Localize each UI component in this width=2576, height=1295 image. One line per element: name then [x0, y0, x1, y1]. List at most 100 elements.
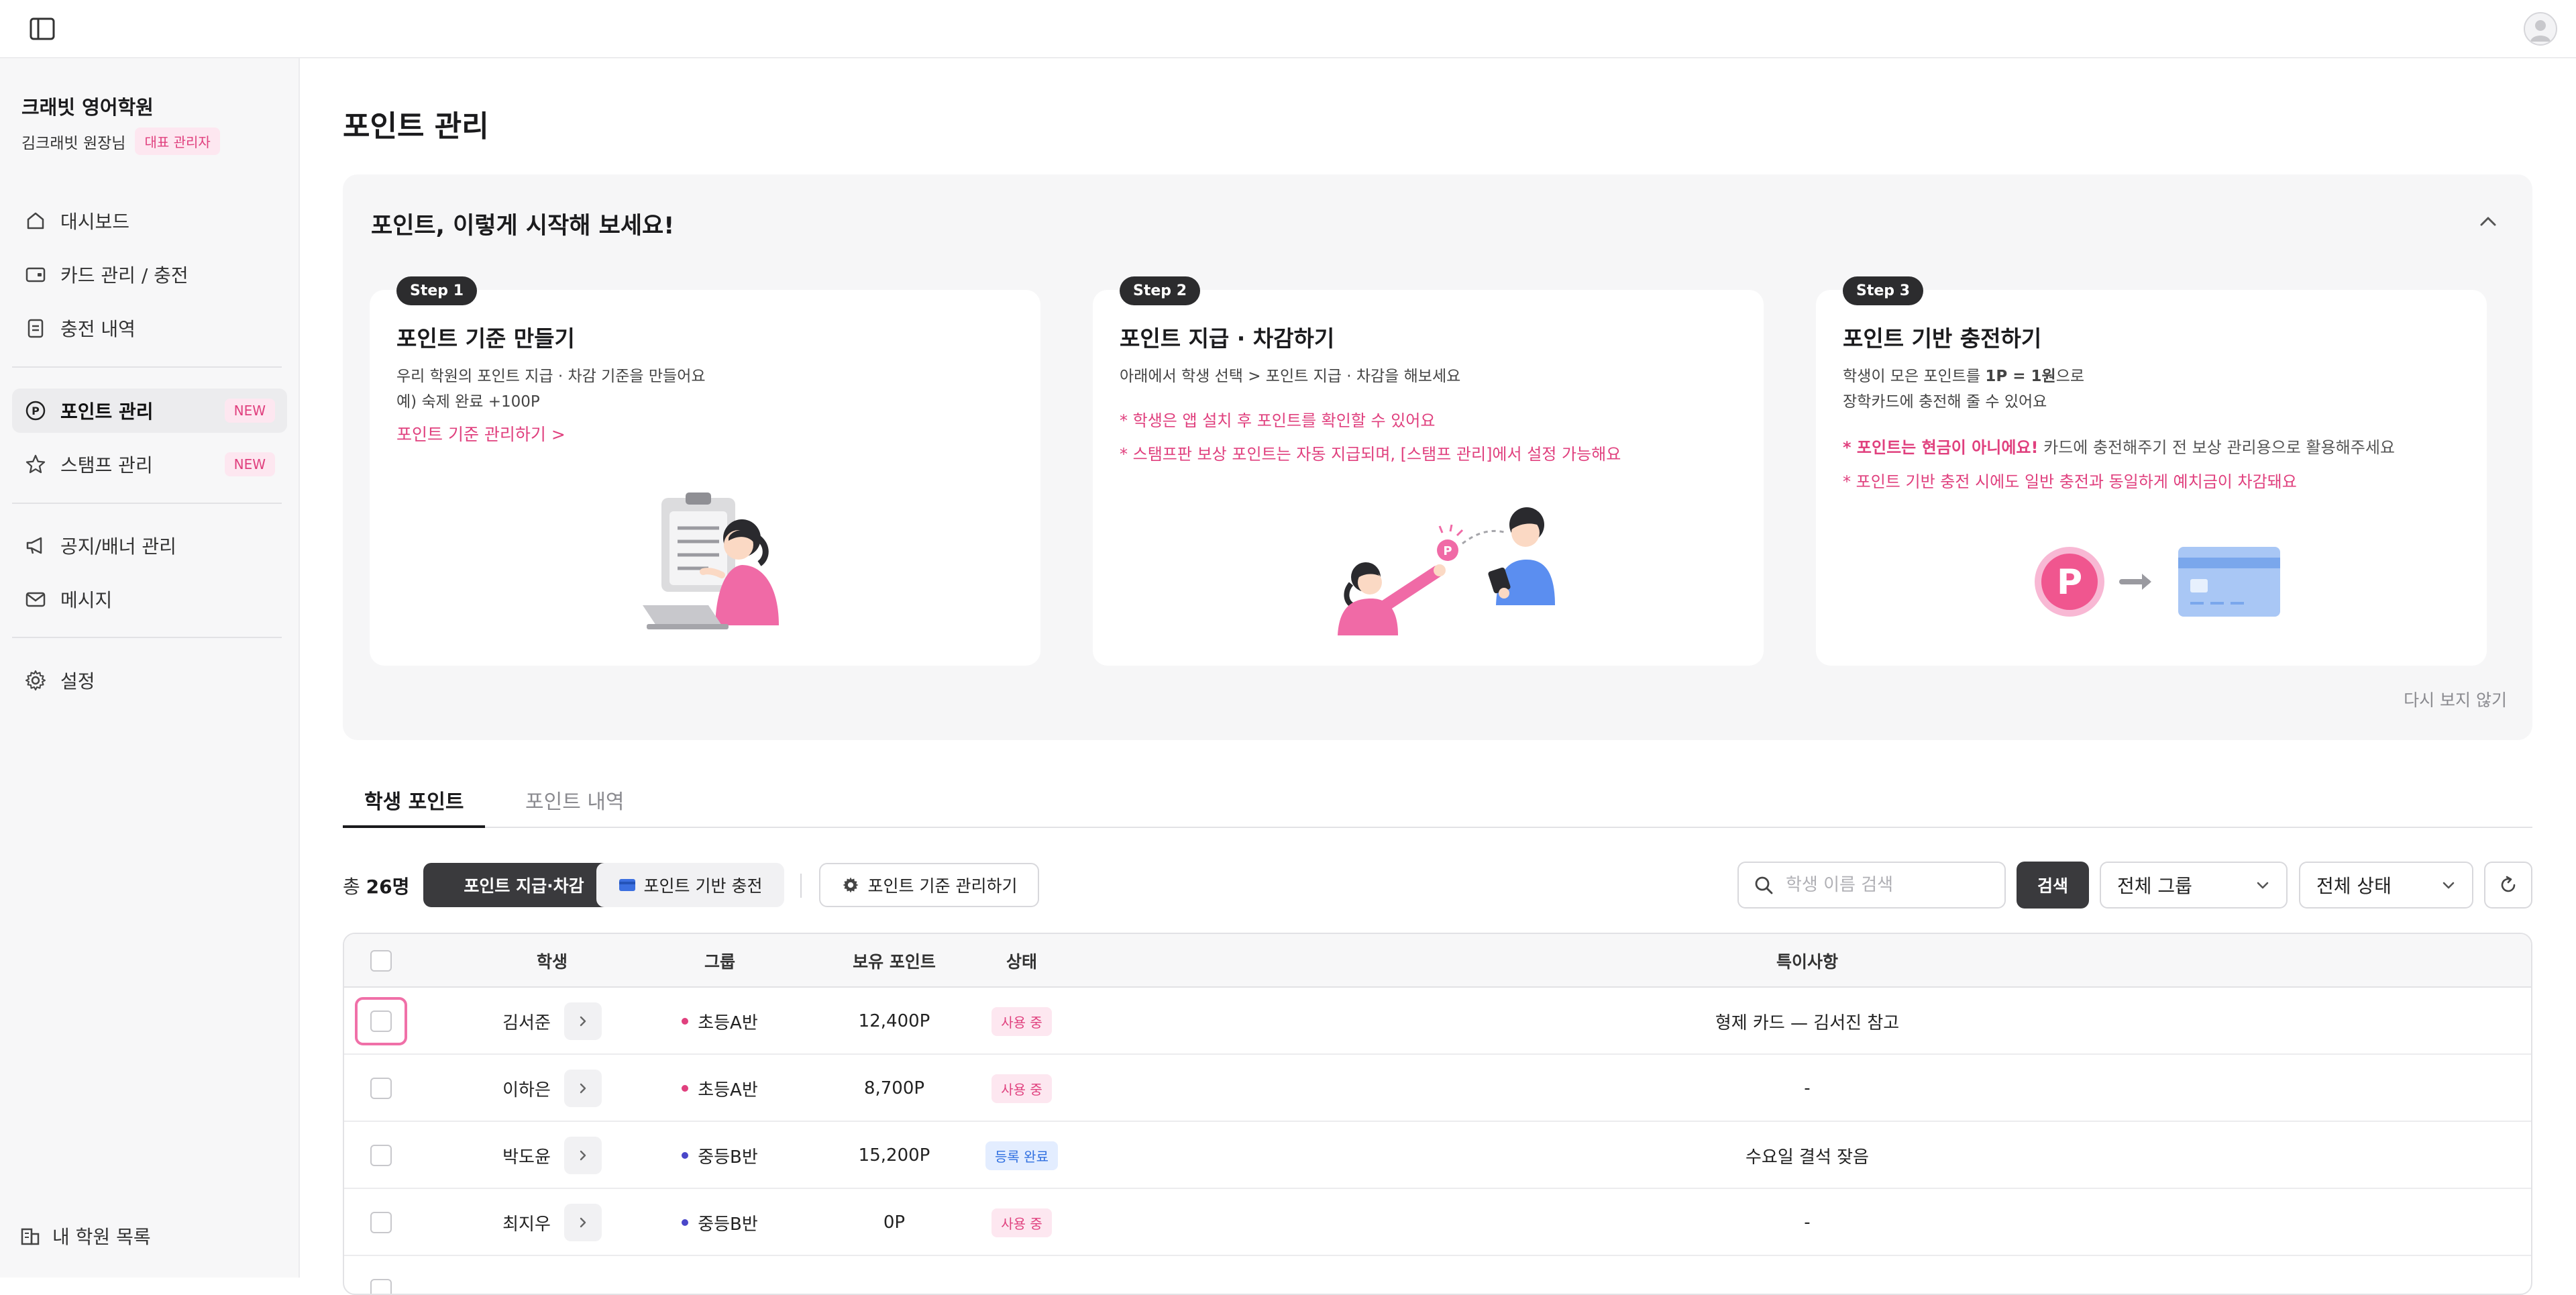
step-description: 아래에서 학생 선택 > 포인트 지급 · 차감을 해보세요: [1120, 364, 1460, 389]
student-name: 최지우: [502, 1214, 551, 1235]
step-badge: Step 1: [396, 276, 477, 305]
checkbox-cell: [344, 1189, 418, 1256]
row-checkbox[interactable]: [370, 1279, 392, 1294]
point-symbol: P: [2057, 562, 2082, 603]
step-desc-line: 아래에서 학생 선택 > 포인트 지급 · 차감을 해보세요: [1120, 368, 1461, 385]
step-3-card: Step 3 포인트 기반 충전하기 학생이 모은 포인트를 1P = 1원으로…: [1816, 276, 2487, 666]
sidebar-item-point-management[interactable]: P 포인트 관리 NEW: [12, 389, 287, 433]
table-row[interactable]: 김서준 초등A반 12,400P 사용 중 형제 카드 — 김서진 참고: [344, 988, 2531, 1055]
student-search-input[interactable]: [1784, 874, 1999, 896]
row-checkbox[interactable]: [370, 1212, 392, 1233]
point-criteria-button[interactable]: 포인트 기준 관리하기: [819, 863, 1039, 907]
student-detail-button[interactable]: [564, 1002, 602, 1040]
clipboard-girl-illustration: [643, 493, 779, 629]
card-icon: [619, 879, 635, 891]
student-detail-button[interactable]: [564, 1204, 602, 1241]
total-count: 총 26명: [343, 872, 409, 899]
search-button[interactable]: 검색: [2017, 862, 2089, 909]
chevron-right-icon: [580, 1150, 586, 1161]
point-criteria-label: 포인트 기준 관리하기: [867, 876, 1018, 896]
point-to-card-illustration: P: [2035, 547, 2280, 617]
total-prefix: 총: [343, 876, 360, 898]
chevron-down-icon: [2257, 882, 2269, 889]
chevron-right-icon: [580, 1083, 586, 1094]
row-checkbox[interactable]: [370, 1078, 392, 1099]
status-filter-select[interactable]: 전체 상태: [2299, 862, 2473, 909]
step-1-card: Step 1 포인트 기준 만들기 우리 학원의 포인트 지급 · 차감 기준을…: [370, 276, 1040, 666]
user-info: 김크래빗 원장님 대표 관리자: [21, 127, 220, 155]
dont-show-again-link[interactable]: 다시 보지 않기: [2404, 687, 2507, 711]
row-checkbox[interactable]: [370, 1011, 392, 1032]
row-checkbox-focus-ring: [355, 997, 407, 1045]
point-giving-illustration: P: [1338, 507, 1555, 635]
megaphone-icon: [26, 537, 42, 554]
my-academy-list-link[interactable]: 내 학원 목록: [19, 1223, 151, 1249]
my-academy-list-label: 내 학원 목록: [52, 1226, 151, 1248]
refresh-icon: [2501, 876, 2516, 892]
sidebar-item-charge-history[interactable]: 충전 내역: [12, 306, 287, 350]
sidebar-toggle-icon[interactable]: [28, 15, 56, 43]
sidebar-item-card-management[interactable]: 카드 관리 / 충전: [12, 252, 287, 297]
student-name: 박도윤: [502, 1147, 551, 1168]
toolbar-divider: [800, 874, 802, 898]
note-value: 수요일 결석 잦음: [1746, 1147, 1869, 1168]
sidebar: 크래빗 영어학원 김크래빗 원장님 대표 관리자 대시보드 카드 관리 / 충전…: [0, 58, 300, 1278]
group-color-dot: [682, 1018, 689, 1025]
desc-bold: 1P = 1원: [1985, 368, 2056, 385]
status-badge: 등록 완료: [985, 1141, 1058, 1170]
group-name: 중등B반: [698, 1147, 758, 1168]
sidebar-item-label: 스탬프 관리: [60, 454, 153, 476]
step-badge: Step 3: [1843, 276, 1923, 305]
sidebar-item-dashboard[interactable]: 대시보드: [12, 199, 287, 243]
reset-filter-button[interactable]: [2484, 862, 2532, 909]
point-based-charge-button[interactable]: 포인트 기반 충전: [596, 863, 784, 907]
header-select-all-cell: [344, 934, 418, 988]
step-badge: Step 2: [1120, 276, 1200, 305]
chevron-up-icon[interactable]: [2475, 208, 2502, 235]
status-cell: 사용 중: [961, 988, 1082, 1055]
chevron-right-icon: [580, 1217, 586, 1228]
status-cell: 사용 중: [961, 1189, 1082, 1256]
tab-point-history[interactable]: 포인트 내역: [504, 785, 646, 828]
table-row[interactable]: 이하은 초등A반 8,700P 사용 중 -: [344, 1055, 2531, 1122]
svg-text:P: P: [1443, 544, 1452, 558]
point-criteria-link[interactable]: 포인트 기준 관리하기 >: [396, 421, 566, 446]
note-value: 형제 카드 — 김서진 참고: [1715, 1013, 1900, 1033]
checkbox-cell: [344, 1122, 418, 1189]
sidebar-item-notice-banner[interactable]: 공지/배너 관리: [12, 523, 287, 568]
search-icon: [1755, 876, 1773, 894]
nav-divider: [12, 503, 282, 504]
guide-title: 포인트, 이렇게 시작해 보세요!: [371, 213, 675, 240]
give-deduct-points-button[interactable]: 포인트 지급·차감: [423, 863, 625, 907]
student-detail-button[interactable]: [564, 1070, 602, 1107]
guide-panel: 포인트, 이렇게 시작해 보세요! Step 1 포인트 기준 만들기 우리 학…: [343, 174, 2532, 740]
table-row[interactable]: [344, 1256, 2531, 1294]
table-row[interactable]: 최지우 중등B반 0P 사용 중 -: [344, 1189, 2531, 1256]
sidebar-item-settings[interactable]: 설정: [12, 658, 287, 703]
group-filter-select[interactable]: 전체 그룹: [2100, 862, 2288, 909]
status-badge: 사용 중: [991, 1208, 1052, 1237]
total-count-value: 26명: [366, 876, 410, 898]
student-cell: 박도윤: [451, 1122, 653, 1189]
gear-icon: [25, 670, 46, 690]
give-deduct-label: 포인트 지급·차감: [464, 876, 584, 896]
page-title: 포인트 관리: [343, 109, 489, 144]
row-checkbox[interactable]: [370, 1145, 392, 1166]
group-cell: 중등B반: [653, 1122, 787, 1189]
table-row[interactable]: 박도윤 중등B반 15,200P 등록 완료 수요일 결석 잦음: [344, 1122, 2531, 1189]
desc-text: 학생이 모은 포인트를: [1843, 368, 1986, 385]
points-value: 8,700P: [863, 1078, 925, 1098]
profile-avatar-icon[interactable]: [2524, 12, 2557, 46]
points-value: 15,200P: [858, 1145, 930, 1166]
header-group: 그룹: [704, 952, 735, 972]
group-color-dot: [682, 1085, 689, 1092]
tab-student-points[interactable]: 학생 포인트: [343, 785, 486, 828]
sidebar-item-message[interactable]: 메시지: [12, 577, 287, 621]
desc-text: 으로: [2055, 368, 2085, 385]
group-color-dot: [682, 1152, 689, 1159]
header-note: 특이사항: [1776, 952, 1838, 972]
student-detail-button[interactable]: [564, 1137, 602, 1174]
select-all-checkbox[interactable]: [370, 950, 392, 972]
sidebar-item-stamp-management[interactable]: 스탬프 관리 NEW: [12, 442, 287, 486]
header-student: 학생: [536, 952, 568, 972]
